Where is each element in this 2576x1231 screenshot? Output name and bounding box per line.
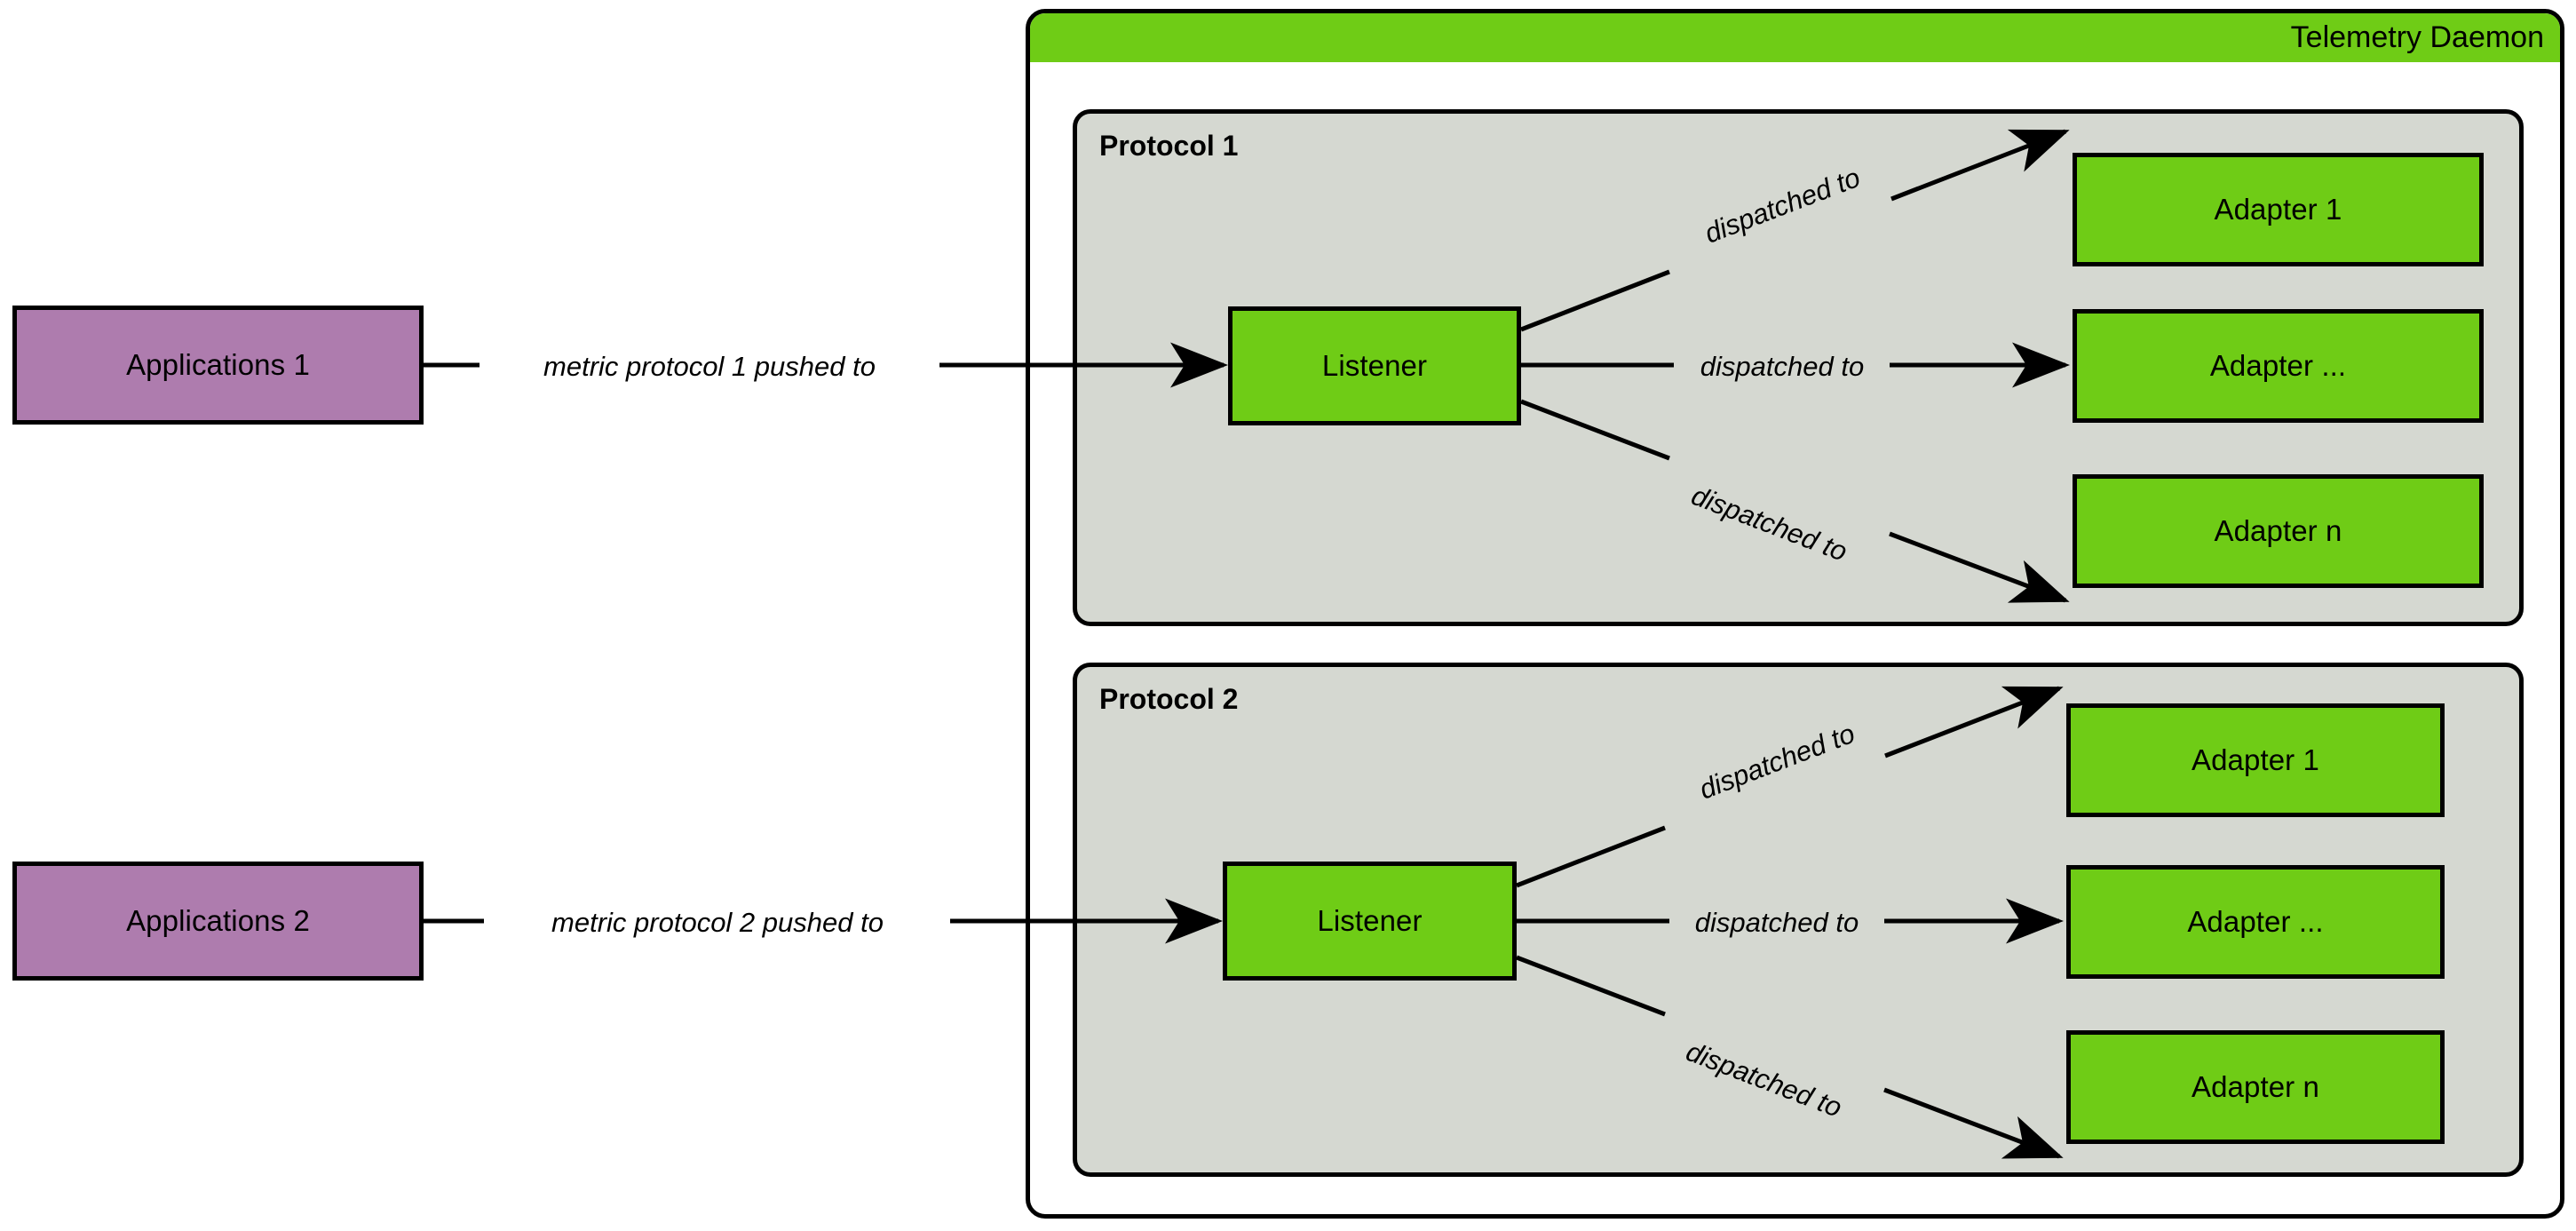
flow-label-protocol-2: metric protocol 2 pushed to	[551, 907, 884, 938]
adapter-label-p1-3: Adapter n	[2214, 513, 2342, 547]
adapter-label-p2-2: Adapter ...	[2187, 904, 2324, 938]
adapter-label-p1-2: Adapter ...	[2209, 348, 2347, 382]
listener-label-protocol-2: Listener	[1317, 903, 1423, 937]
applications-box-2[interactable]: Applications 2	[12, 862, 424, 981]
dispatch-label-p2-2: dispatched to	[1694, 907, 1859, 938]
adapter-box-p1-1[interactable]: Adapter 1	[2073, 153, 2484, 266]
listener-label-protocol-1: Listener	[1321, 348, 1428, 382]
applications-label-2: Applications 2	[126, 903, 310, 937]
applications-box-1[interactable]: Applications 1	[12, 306, 424, 425]
applications-label-1: Applications 1	[126, 347, 310, 381]
adapter-box-p1-3[interactable]: Adapter n	[2073, 474, 2484, 588]
flow-label-protocol-1: metric protocol 1 pushed to	[543, 351, 876, 382]
diagram-canvas: Telemetry Daemon Protocol 1 Protocol 2 A…	[0, 0, 2576, 1231]
listener-box-protocol-2[interactable]: Listener	[1223, 862, 1517, 981]
adapter-box-p2-2[interactable]: Adapter ...	[2066, 865, 2445, 979]
adapter-label-p2-3: Adapter n	[2191, 1069, 2319, 1103]
listener-box-protocol-1[interactable]: Listener	[1228, 306, 1521, 425]
adapter-box-p1-2[interactable]: Adapter ...	[2073, 309, 2484, 423]
adapter-label-p2-1: Adapter 1	[2191, 743, 2319, 776]
adapter-box-p2-1[interactable]: Adapter 1	[2066, 703, 2445, 817]
adapter-label-p1-1: Adapter 1	[2214, 192, 2342, 226]
adapter-box-p2-3[interactable]: Adapter n	[2066, 1030, 2445, 1144]
dispatch-label-p1-2: dispatched to	[1700, 351, 1865, 382]
